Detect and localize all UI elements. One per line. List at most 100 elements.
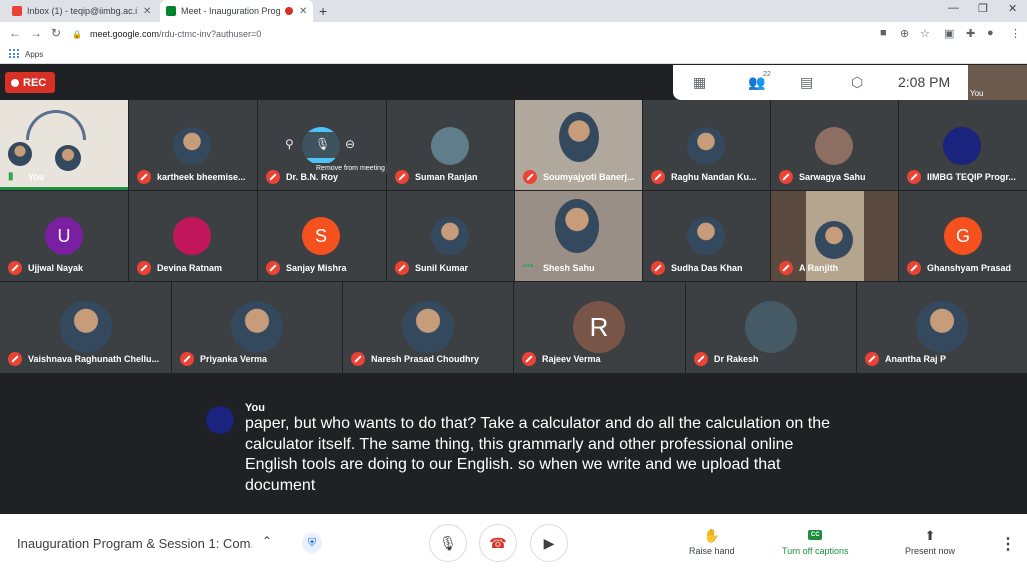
participant-video: [555, 199, 599, 253]
close-tab-icon[interactable]: ✕: [143, 6, 151, 17]
more-options-icon[interactable]: ⋮: [1000, 534, 1016, 554]
participant-name: Raghu Nandan Ku...: [671, 172, 757, 182]
bookmark-star-icon[interactable]: ☆: [920, 27, 930, 40]
muted-mic-icon: [351, 352, 365, 366]
mic-icon: 🎙: [439, 534, 457, 551]
forward-icon[interactable]: →: [30, 26, 42, 40]
muted-mic-icon: [395, 170, 409, 184]
participant-avatar: [916, 301, 968, 353]
pin-icon[interactable]: ⚲: [285, 137, 294, 151]
apps-link[interactable]: Apps: [25, 50, 43, 59]
tile-layout-off-icon[interactable]: ▦: [693, 74, 706, 91]
participant-tile[interactable]: ▮ You: [0, 100, 128, 190]
security-shield-icon[interactable]: ⛨: [302, 533, 322, 553]
new-tab-button[interactable]: +: [319, 3, 327, 19]
caption-speaker-name: You: [245, 402, 265, 414]
tab-gmail[interactable]: Inbox (1) - teqip@iimbg.ac.in - IIM ✕: [6, 0, 157, 22]
muted-mic-icon: [137, 170, 151, 184]
participant-tile[interactable]: S Sanjay Mishra: [258, 191, 386, 281]
mute-participant-icon[interactable]: 🎙: [315, 137, 330, 151]
muted-mic-icon: [8, 352, 22, 366]
participant-tile[interactable]: kartheek bheemise...: [129, 100, 257, 190]
minimize-icon[interactable]: —: [948, 2, 959, 14]
institute-logo: [26, 110, 86, 140]
tab-label: Meet - Inauguration Program: [181, 6, 281, 16]
participant-tile[interactable]: Raghu Nandan Ku...: [643, 100, 770, 190]
rec-label: REC: [23, 76, 47, 89]
participant-name: Sanjay Mishra: [286, 263, 347, 273]
participant-tile[interactable]: Dr Rakesh: [686, 282, 856, 373]
camera-button[interactable]: ▶: [530, 524, 568, 562]
participant-video: [815, 221, 853, 259]
close-window-icon[interactable]: ✕: [1008, 2, 1017, 15]
meeting-controls-panel: ▦ 👥 22 ▤ ⬡ 2:08 PM: [673, 65, 968, 100]
speaking-indicator-icon: ▮: [8, 171, 14, 182]
apps-icon[interactable]: [9, 49, 19, 59]
participant-tile[interactable]: Devina Ratnam: [129, 191, 257, 281]
self-preview: You: [968, 65, 1027, 100]
meet-icon: [166, 6, 176, 16]
zoom-icon[interactable]: ⊕: [900, 27, 909, 40]
participant-name: Suman Ranjan: [415, 172, 478, 182]
back-icon[interactable]: ←: [9, 26, 21, 40]
present-label: Present now: [905, 546, 956, 556]
participant-avatar: [687, 217, 725, 255]
participant-tile[interactable]: A Ranjith: [771, 191, 898, 281]
menu-icon[interactable]: ⋮: [1010, 27, 1021, 40]
muted-mic-icon: [266, 261, 280, 275]
meeting-title[interactable]: Inauguration Program & Session 1: Com...: [17, 536, 252, 551]
reload-icon[interactable]: ↻: [51, 26, 61, 40]
participant-name: Sarwagya Sahu: [799, 172, 866, 182]
muted-mic-icon: [395, 261, 409, 275]
participant-tile[interactable]: Naresh Prasad Choudhry: [343, 282, 513, 373]
remove-participant-icon[interactable]: ⊖: [345, 137, 355, 151]
video-camera-icon: ▶: [543, 534, 555, 551]
participant-avatar: R: [573, 301, 625, 353]
participant-tile[interactable]: Vaishnava Raghunath Chellu...: [0, 282, 171, 373]
muted-mic-icon: [865, 352, 879, 366]
participant-tile[interactable]: U Ujjwal Nayak: [0, 191, 128, 281]
muted-mic-icon: [522, 352, 536, 366]
participant-tile[interactable]: Suman Ranjan: [387, 100, 514, 190]
participant-tile[interactable]: Sunil Kumar: [387, 191, 514, 281]
chevron-up-icon[interactable]: ⌃: [262, 534, 272, 548]
participant-tile[interactable]: R Rajeev Verma: [514, 282, 685, 373]
participant-tile[interactable]: ••• Shesh Sahu: [515, 191, 642, 281]
close-tab-icon[interactable]: ✕: [299, 6, 307, 17]
participant-tile[interactable]: Soumyajyoti Banerj...: [515, 100, 642, 190]
participant-tile[interactable]: G Ghanshyam Prasad: [899, 191, 1027, 281]
extension-icon[interactable]: ▣: [944, 27, 954, 40]
raise-hand-button[interactable]: ✋ Raise hand: [689, 528, 735, 556]
leave-call-button[interactable]: ☎: [479, 524, 517, 562]
microphone-button[interactable]: 🎙: [429, 524, 467, 562]
puzzle-icon[interactable]: ✚: [966, 27, 975, 40]
participant-tile[interactable]: Priyanka Verma: [172, 282, 342, 373]
muted-mic-icon: [779, 170, 793, 184]
remove-tooltip: Remove from meeting: [312, 163, 389, 174]
muted-mic-icon: [651, 261, 665, 275]
present-now-button[interactable]: ⬆ Present now: [905, 528, 955, 556]
url-field[interactable]: 🔒 meet.google.com /rdu-ctmc-inv?authuser…: [72, 25, 932, 43]
participant-avatar: [431, 217, 469, 255]
participant-tile[interactable]: Sarwagya Sahu: [771, 100, 898, 190]
muted-mic-icon: [266, 170, 280, 184]
participant-tile[interactable]: Anantha Raj P: [857, 282, 1027, 373]
participant-tile[interactable]: IIMBG TEQIP Progr...: [899, 100, 1027, 190]
participant-name: You: [28, 172, 45, 182]
participant-name: Ghanshyam Prasad: [927, 263, 1012, 273]
profile-icon[interactable]: ●: [987, 27, 994, 39]
muted-mic-icon: [180, 352, 194, 366]
chat-icon[interactable]: ▤: [800, 74, 813, 91]
activities-icon[interactable]: ⬡: [851, 74, 863, 91]
speaking-indicator-icon: •••: [523, 261, 534, 272]
participant-video: [8, 142, 32, 166]
participant-video: [559, 112, 599, 162]
recording-indicator-icon: [285, 7, 293, 15]
tab-meet[interactable]: Meet - Inauguration Program ✕: [160, 0, 314, 22]
maximize-icon[interactable]: ❐: [978, 2, 988, 15]
muted-mic-icon: [694, 352, 708, 366]
captions-button[interactable]: CC Turn off captions: [782, 528, 849, 556]
camera-icon[interactable]: ■: [880, 27, 887, 39]
participant-tile[interactable]: Sudha Das Khan: [643, 191, 770, 281]
participant-name: Devina Ratnam: [157, 263, 223, 273]
